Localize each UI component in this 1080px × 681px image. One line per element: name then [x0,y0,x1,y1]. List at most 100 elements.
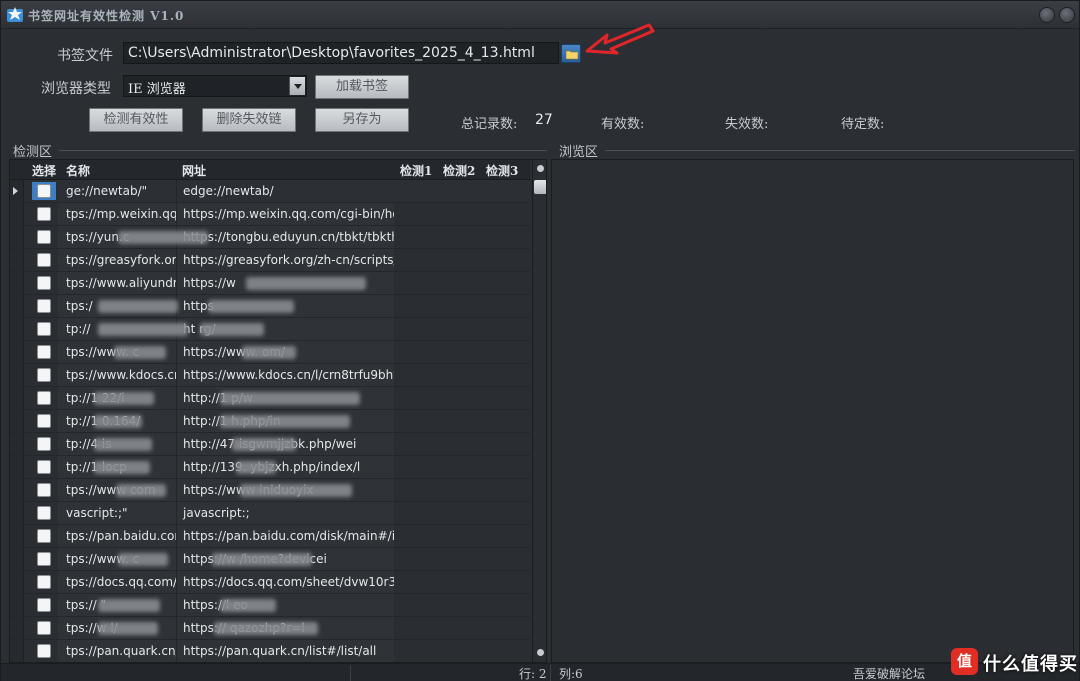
row-indicator[interactable] [10,571,24,593]
table-row[interactable]: tps://yun.c https://tongbu.eduyun.cn/tbkt… [10,226,530,249]
table-row[interactable]: tp://1 locphttp://139. ybjzxh.php/index/… [10,456,530,479]
row-checkbox[interactable] [37,621,51,635]
browse-pane[interactable] [551,159,1074,663]
row-checkbox[interactable] [37,368,51,382]
row-checkbox[interactable] [37,276,51,290]
row-indicator[interactable] [10,594,24,616]
table-row[interactable]: tps://greasyfork.org/zhttps://greasyfork… [10,249,530,272]
table-row[interactable]: tps://www.aliyundrivehttps://w [10,272,530,295]
row-checkbox[interactable] [37,598,51,612]
scroll-up-icon[interactable] [537,165,544,172]
row-indicator[interactable] [10,433,24,455]
row-indicator[interactable] [10,640,24,662]
row-checkbox[interactable] [37,529,51,543]
row-checkbox[interactable] [37,575,51,589]
row-indicator[interactable] [10,525,24,547]
row-indicator[interactable] [10,226,24,248]
table-row[interactable]: tp://1 0.164/http://1 h.php/in [10,410,530,433]
table-row[interactable]: tps://mp.weixin.qq.cohttps://mp.weixin.q… [10,203,530,226]
row-indicator[interactable] [10,249,24,271]
row-name-cell[interactable]: tps://greasyfork.org/z [58,249,176,271]
row-checkbox[interactable] [37,207,51,221]
table-row[interactable]: tps://w l/https:// qazozhp?r=l [10,617,530,640]
row-url-cell[interactable]: javascript:; [176,502,394,524]
row-indicator[interactable] [10,318,24,340]
row-url-cell[interactable]: https://l eo [176,594,394,616]
table-row[interactable]: tps://docs.qq.com/shehttps://docs.qq.com… [10,571,530,594]
row-indicator[interactable] [10,548,24,570]
row-indicator[interactable] [10,410,24,432]
scroll-down-icon[interactable] [537,649,544,656]
row-name-cell[interactable]: tps://www.aliyundrive [58,272,176,294]
row-checkbox[interactable] [37,299,51,313]
table-row[interactable]: tp://ht rg/ [10,318,530,341]
header-url[interactable]: 网址 [182,162,206,179]
delete-invalid-button[interactable]: 删除失效链 [202,108,296,132]
header-name[interactable]: 名称 [66,162,90,179]
load-bookmarks-button[interactable]: 加载书签 [315,75,409,99]
header-check2[interactable]: 检测2 [443,162,475,179]
row-indicator[interactable] [10,456,24,478]
row-name-cell[interactable]: tps://pan.quark.cn/list [58,640,176,662]
row-checkbox[interactable] [37,506,51,520]
row-checkbox[interactable] [37,253,51,267]
table-row[interactable]: tps://pan.quark.cn/listhttps://pan.quark… [10,640,530,662]
row-name-cell[interactable]: tps://pan.baidu.com/d [58,525,176,547]
row-checkbox[interactable] [37,230,51,244]
table-row[interactable]: tps:// " https://l eo [10,594,530,617]
row-url-cell[interactable]: https://docs.qq.com/sheet/dvw10r3nna1jc [176,571,394,593]
table-row[interactable]: tps://www comhttps://www iniduoyix [10,479,530,502]
row-url-cell[interactable]: https://pan.baidu.com/disk/main#/index? [176,525,394,547]
grid-scrollbar[interactable] [532,160,546,662]
row-url-cell[interactable]: edge://newtab/ [176,180,394,202]
row-checkbox[interactable] [37,322,51,336]
row-name-cell[interactable]: ge://newtab/" [58,180,176,202]
close-button[interactable] [1059,7,1075,23]
row-indicator[interactable] [10,180,24,202]
row-checkbox[interactable] [37,345,51,359]
row-indicator[interactable] [10,502,24,524]
table-row[interactable]: ge://newtab/" edge://newtab/ [10,180,530,203]
row-checkbox[interactable] [37,644,51,658]
table-row[interactable]: tps://www.kdocs.cn/l/https://www.kdocs.c… [10,364,530,387]
row-checkbox[interactable] [37,483,51,497]
row-indicator[interactable] [10,272,24,294]
row-indicator[interactable] [10,617,24,639]
save-as-button[interactable]: 另存为 [315,108,409,132]
row-name-cell[interactable]: vascript:;" [58,502,176,524]
row-url-cell[interactable]: https://tongbu.eduyun.cn/tbkt/tbkthtml/1… [176,226,394,248]
header-check3[interactable]: 检测3 [486,162,518,179]
row-url-cell[interactable]: https://pan.quark.cn/list#/list/all [176,640,394,662]
table-row[interactable]: tps://www. chttps://w /home?devicei [10,548,530,571]
row-indicator[interactable] [10,364,24,386]
table-row[interactable]: vascript:;" javascript:; [10,502,530,525]
header-check1[interactable]: 检测1 [400,162,432,179]
table-row[interactable]: tp://1 22/ihttp://1 p/w [10,387,530,410]
chevron-down-icon[interactable] [289,77,305,95]
row-checkbox[interactable] [37,414,51,428]
row-indicator[interactable] [10,295,24,317]
row-indicator[interactable] [10,341,24,363]
row-name-cell[interactable]: tps://mp.weixin.qq.co [58,203,176,225]
row-indicator[interactable] [10,203,24,225]
row-url-cell[interactable]: https://greasyfork.org/zh-cn/scripts/492… [176,249,394,271]
table-row[interactable]: tps:/https [10,295,530,318]
row-url-cell[interactable]: https://mp.weixin.qq.com/cgi-bin/home?t [176,203,394,225]
row-name-cell[interactable]: tps://docs.qq.com/she [58,571,176,593]
table-row[interactable]: tp://4 is http://47 isgwmjjzbk.php/wei [10,433,530,456]
browser-type-select[interactable]: IE 浏览器 [123,75,307,97]
row-checkbox[interactable] [37,184,51,198]
row-name-cell[interactable]: tps://www.kdocs.cn/l/ [58,364,176,386]
header-select[interactable]: 选择 [32,162,56,179]
row-checkbox[interactable] [37,391,51,405]
table-row[interactable]: tps://pan.baidu.com/dhttps://pan.baidu.c… [10,525,530,548]
bookmark-grid[interactable]: 选择 名称 网址 检测1 检测2 检测3 ge://newtab/" edge:/… [9,159,547,663]
row-url-cell[interactable]: http://139. ybjzxh.php/index/l [176,456,394,478]
row-checkbox[interactable] [37,437,51,451]
row-indicator[interactable] [10,387,24,409]
scroll-thumb[interactable] [534,180,546,194]
row-indicator[interactable] [10,479,24,501]
browse-file-button[interactable] [561,44,581,63]
minimize-button[interactable] [1039,7,1055,23]
table-row[interactable]: tps://www. c https://www. om/ [10,341,530,364]
